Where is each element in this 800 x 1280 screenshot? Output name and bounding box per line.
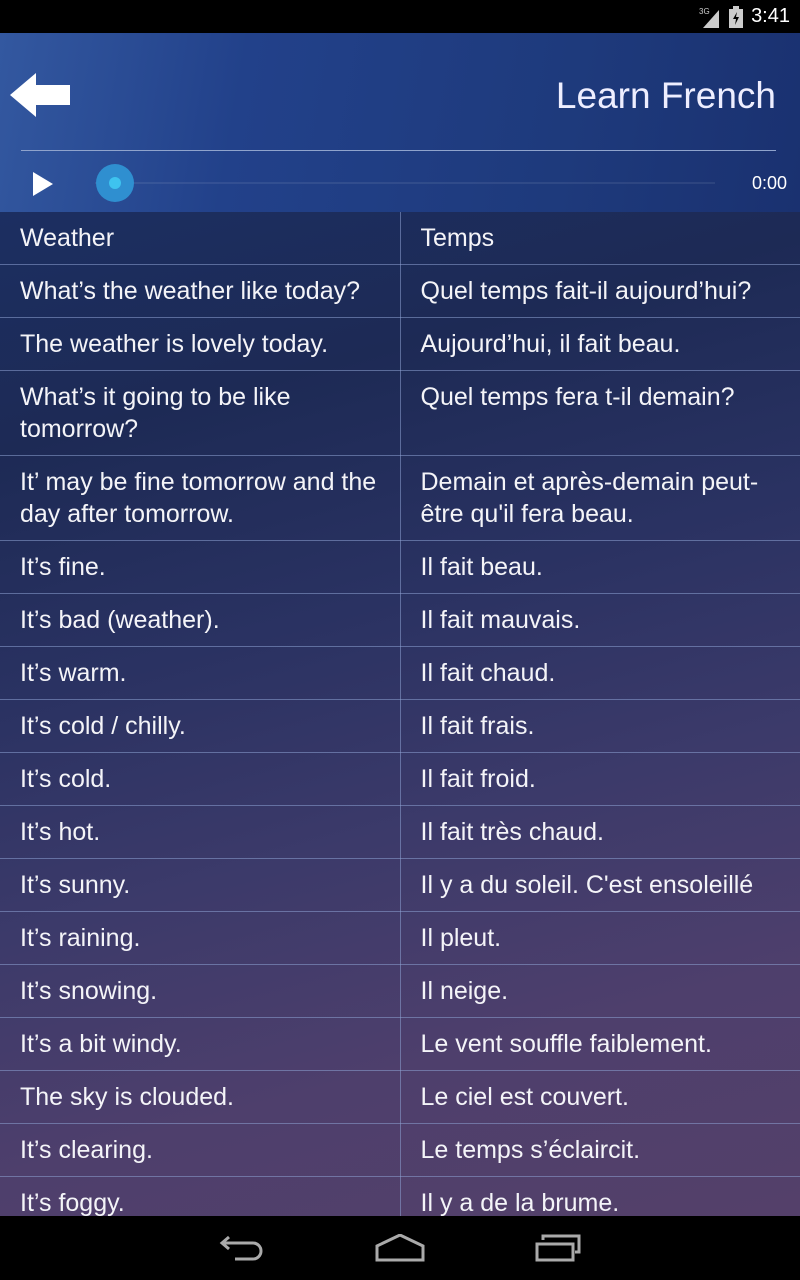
nav-bar <box>0 1216 800 1280</box>
french-cell[interactable]: Demain et après-demain peut-être qu'il f… <box>399 455 800 541</box>
table-row: It’s sunny. Il y a du soleil. C'est ensol… <box>0 858 800 912</box>
english-cell[interactable]: It’s raining. <box>0 911 401 965</box>
table-header-row: Weather Temps <box>0 212 800 265</box>
french-cell[interactable]: Le ciel est couvert. <box>399 1070 800 1124</box>
english-cell[interactable]: It’s hot. <box>0 805 401 859</box>
svg-text:3G: 3G <box>699 7 710 16</box>
play-icon[interactable] <box>33 172 53 196</box>
french-cell[interactable]: Il fait chaud. <box>399 646 800 700</box>
table-row: It’s bad (weather). Il fait mauvais. <box>0 593 800 647</box>
table-row: It’ may be fine tomorrow and the day aft… <box>0 455 800 541</box>
english-cell[interactable]: The weather is lovely today. <box>0 317 401 371</box>
recents-icon[interactable] <box>535 1234 581 1262</box>
french-cell[interactable]: Il fait froid. <box>399 752 800 806</box>
table-row: It’s foggy. Il y a de la brume. <box>0 1176 800 1216</box>
english-cell[interactable]: It’s bad (weather). <box>0 593 401 647</box>
english-cell[interactable]: It’s cold. <box>0 752 401 806</box>
english-cell[interactable]: What’s it going to be like tomorrow? <box>0 370 401 456</box>
english-cell[interactable]: It’s fine. <box>0 540 401 594</box>
app-screen: Learn French 0:00 Weather Temps What’s the… <box>0 33 800 1216</box>
table-row: It’s cold / chilly. Il fait frais. <box>0 699 800 753</box>
arrow-left-icon[interactable] <box>10 73 70 117</box>
french-cell[interactable]: Le vent souffle faiblement. <box>399 1017 800 1071</box>
english-cell[interactable]: It’s sunny. <box>0 858 401 912</box>
english-cell[interactable]: It’s clearing. <box>0 1123 401 1177</box>
french-cell[interactable]: Il fait frais. <box>399 699 800 753</box>
table-row: What’s it going to be like tomorrow? Quel… <box>0 370 800 456</box>
french-cell[interactable]: Il pleut. <box>399 911 800 965</box>
battery-icon <box>729 5 744 28</box>
elapsed-time: 0:00 <box>751 173 787 193</box>
english-cell[interactable]: It’s a bit windy. <box>0 1017 401 1071</box>
english-cell[interactable]: It’s snowing. <box>0 964 401 1018</box>
french-cell[interactable]: Quel temps fait-il aujourd’hui? <box>399 264 800 318</box>
french-cell[interactable]: Il neige. <box>399 964 800 1018</box>
header: Learn French 0:00 <box>0 33 800 212</box>
table-row: It’s hot. Il fait très chaud. <box>0 805 800 859</box>
english-cell[interactable]: The sky is clouded. <box>0 1070 401 1124</box>
english-cell[interactable]: It’s foggy. <box>0 1176 401 1216</box>
french-cell[interactable]: Il y a de la brume. <box>399 1176 800 1216</box>
seek-thumb[interactable] <box>96 164 134 202</box>
french-cell[interactable]: Il fait beau. <box>399 540 800 594</box>
table-row: It’s warm. Il fait chaud. <box>0 646 800 700</box>
table-row: It’s raining. Il pleut. <box>0 911 800 965</box>
seek-bar[interactable] <box>95 182 715 184</box>
signal-icon: 3G <box>699 7 720 28</box>
english-cell[interactable]: It’s warm. <box>0 646 401 700</box>
phrase-table: Weather Temps What’s the weather like toda… <box>0 212 800 1216</box>
french-cell[interactable]: Il y a du soleil. C'est ensoleillé <box>399 858 800 912</box>
english-cell[interactable]: What’s the weather like today? <box>0 264 401 318</box>
table-row: The weather is lovely today. Aujourd’hui,… <box>0 317 800 371</box>
home-icon[interactable] <box>375 1234 425 1262</box>
status-bar: 3G 3:41 <box>0 0 800 33</box>
french-cell[interactable]: Aujourd’hui, il fait beau. <box>399 317 800 371</box>
english-cell[interactable]: Weather <box>0 212 401 265</box>
english-cell[interactable]: It’s cold / chilly. <box>0 699 401 753</box>
table-row: The sky is clouded. Le ciel est couvert. <box>0 1070 800 1124</box>
table-row: It’s snowing. Il neige. <box>0 964 800 1018</box>
french-cell[interactable]: Le temps s’éclaircit. <box>399 1123 800 1177</box>
english-cell[interactable]: It’ may be fine tomorrow and the day aft… <box>0 455 401 541</box>
table-row: It’s clearing. Le temps s’éclaircit. <box>0 1123 800 1177</box>
clock: 3:41 <box>751 5 790 27</box>
french-cell[interactable]: Il fait mauvais. <box>399 593 800 647</box>
table-row: What’s the weather like today? Quel temps… <box>0 264 800 318</box>
french-cell[interactable]: Temps <box>399 212 800 265</box>
french-cell[interactable]: Il fait très chaud. <box>399 805 800 859</box>
table-row: It’s fine. Il fait beau. <box>0 540 800 594</box>
french-cell[interactable]: Quel temps fera t-il demain? <box>399 370 800 456</box>
table-row: It’s a bit windy. Le vent souffle faiblem… <box>0 1017 800 1071</box>
table-row: It’s cold. Il fait froid. <box>0 752 800 806</box>
page-title: Learn French <box>555 75 776 116</box>
back-icon[interactable] <box>219 1234 265 1262</box>
divider <box>21 150 776 151</box>
